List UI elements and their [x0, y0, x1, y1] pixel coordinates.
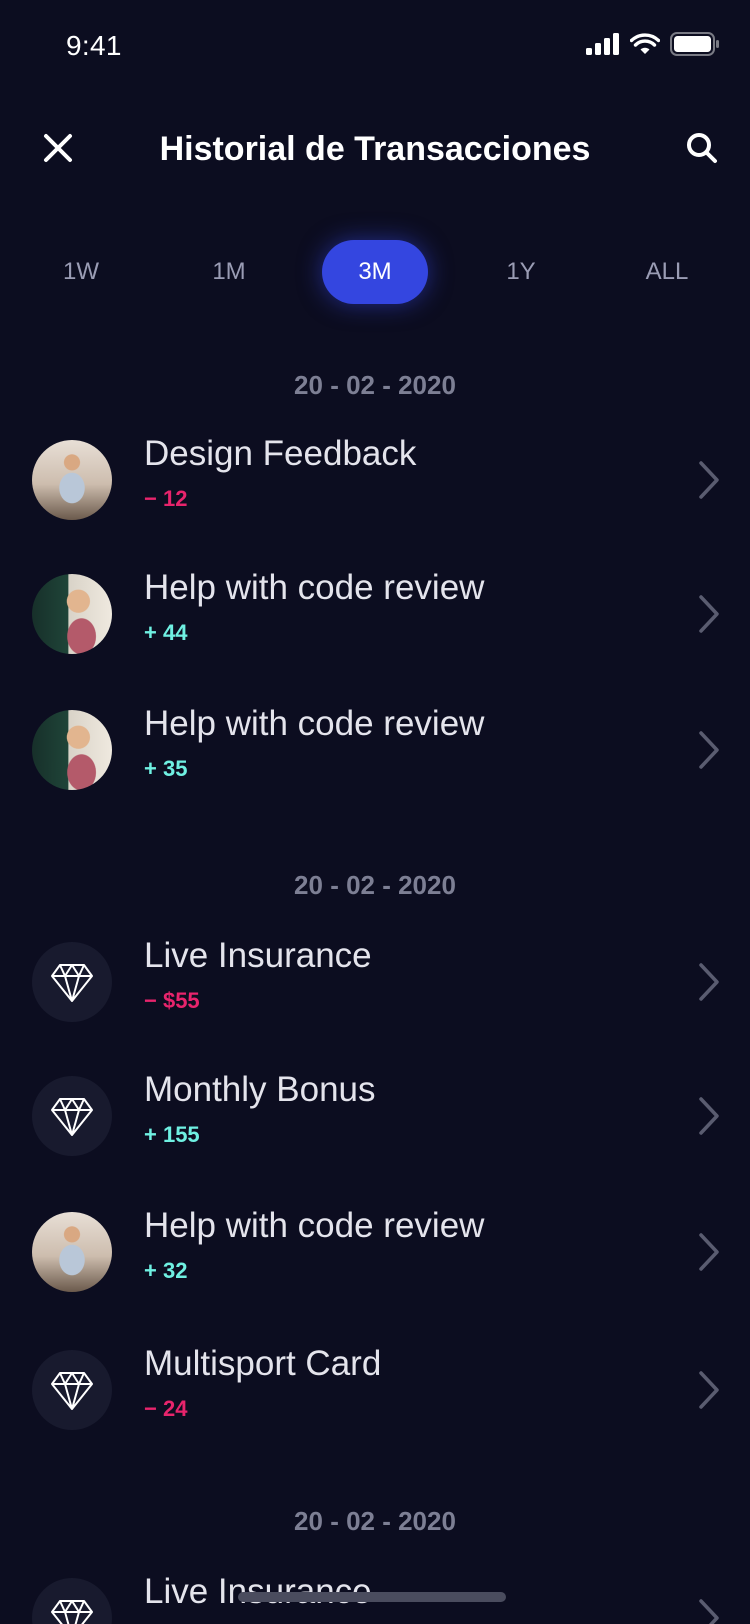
tab-3m[interactable]: 3M [322, 240, 428, 304]
chevron-right-icon [699, 595, 719, 633]
chevron-right-icon [699, 963, 719, 1001]
diamond-icon [51, 1372, 93, 1410]
period-tabs: 1W 1M 3M 1Y ALL [0, 240, 750, 304]
tab-all[interactable]: ALL [614, 240, 720, 304]
transaction-amount: − 24 [144, 1396, 188, 1421]
transaction-amount: + 44 [144, 620, 188, 645]
transaction-row[interactable]: Help with code review + 32 [0, 1202, 750, 1302]
search-icon [687, 133, 717, 163]
transaction-row[interactable]: Monthly Bonus + 155 [0, 1066, 750, 1166]
transaction-title: Help with code review [144, 704, 485, 743]
status-bar: 9:41 [0, 0, 750, 90]
chevron-right-icon [699, 1371, 719, 1409]
transaction-row[interactable]: Help with code review + 44 [0, 564, 750, 664]
chevron-right-icon [699, 1599, 719, 1624]
transaction-row[interactable]: Design Feedback − 12 [0, 430, 750, 530]
avatar [32, 1578, 112, 1624]
chevron-right-icon [699, 1233, 719, 1271]
chevron-right-icon [699, 731, 719, 769]
header: Historial de Transacciones [0, 110, 750, 190]
tab-1m[interactable]: 1M [176, 240, 282, 304]
transaction-row[interactable]: Help with code review + 35 [0, 700, 750, 800]
transaction-title: Help with code review [144, 568, 485, 607]
signal-icon [586, 33, 619, 55]
transaction-row[interactable]: Live Insurance − $55 [0, 932, 750, 1032]
group-date: 20 - 02 - 2020 [294, 1506, 456, 1536]
avatar [32, 1076, 112, 1156]
page-title: Historial de Transacciones [159, 130, 591, 168]
wifi-icon [630, 33, 660, 54]
avatar [32, 440, 112, 520]
group-date: 20 - 02 - 2020 [294, 370, 456, 400]
battery-icon [670, 32, 719, 56]
home-indicator [238, 1592, 506, 1602]
status-icons [586, 32, 720, 56]
transaction-amount: − 12 [144, 486, 188, 511]
status-time: 9:41 [66, 30, 122, 61]
transaction-title: Live Insurance [144, 936, 372, 975]
transaction-amount: + 35 [144, 756, 188, 781]
diamond-icon [51, 964, 93, 1002]
avatar [32, 710, 112, 790]
group-date: 20 - 02 - 2020 [294, 870, 456, 900]
transaction-title: Monthly Bonus [144, 1070, 376, 1109]
avatar [32, 942, 112, 1022]
avatar [32, 1350, 112, 1430]
transaction-amount: + 32 [144, 1258, 188, 1283]
transaction-row[interactable]: Multisport Card − 24 [0, 1340, 750, 1440]
avatar [32, 574, 112, 654]
search-button[interactable] [682, 128, 722, 168]
tab-1y[interactable]: 1Y [468, 240, 574, 304]
diamond-icon [51, 1098, 93, 1136]
avatar [32, 1212, 112, 1292]
transaction-amount: − $55 [144, 988, 200, 1013]
transaction-amount: + 155 [144, 1122, 200, 1147]
chevron-right-icon [699, 1097, 719, 1135]
tab-1w[interactable]: 1W [28, 240, 134, 304]
transaction-title: Multisport Card [144, 1344, 382, 1383]
chevron-right-icon [699, 461, 719, 499]
transaction-title: Design Feedback [144, 434, 417, 473]
transaction-title: Help with code review [144, 1206, 485, 1245]
diamond-icon [51, 1600, 93, 1624]
